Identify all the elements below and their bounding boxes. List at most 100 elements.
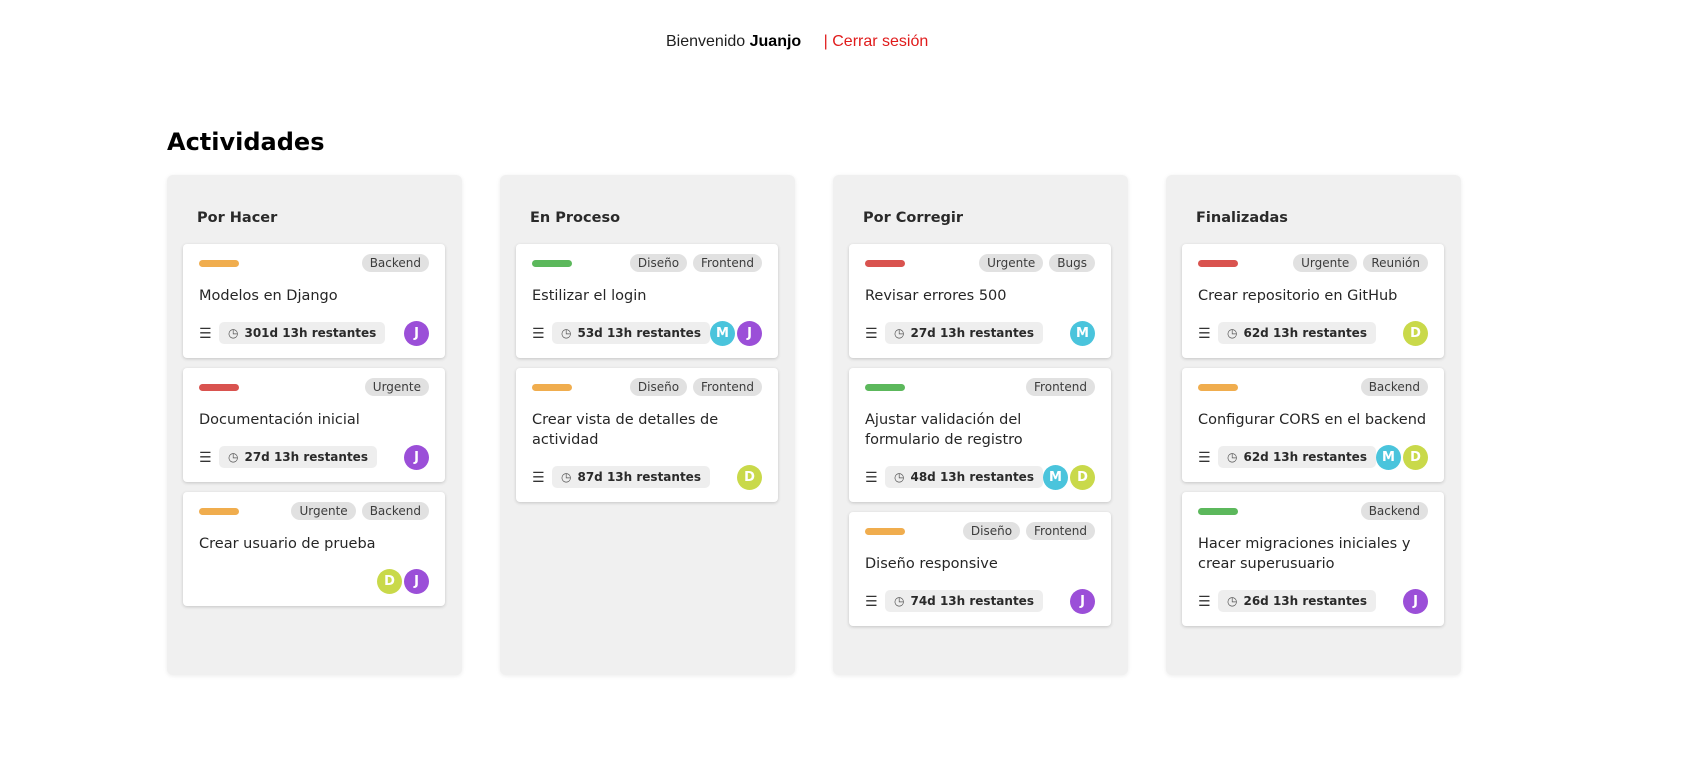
tag-badge: Frontend	[693, 254, 762, 272]
time-remaining-text: 48d 13h restantes	[910, 470, 1034, 484]
tag-badge: Backend	[1360, 378, 1428, 396]
time-remaining-text: 87d 13h restantes	[577, 470, 701, 484]
assignee-list: J	[1403, 588, 1428, 614]
card-title: Crear vista de detalles de actividad	[532, 412, 719, 448]
time-remaining-badge: ◷ 62d 13h restantes	[1218, 446, 1376, 468]
assignee-list: D	[1403, 320, 1428, 346]
card-header: Urgente Reunión	[1198, 254, 1428, 272]
description-icon: ☰	[199, 324, 212, 341]
card-title: Diseño responsive	[865, 556, 998, 572]
priority-bar	[532, 383, 572, 391]
task-card[interactable]: Backend Hacer migraciones iniciales y cre…	[1182, 492, 1444, 626]
tag-list: Urgente Reunión	[1293, 254, 1428, 272]
card-footer: DJ	[199, 568, 429, 594]
time-remaining-text: 301d 13h restantes	[244, 326, 377, 340]
kanban-board: Por Hacer Backend Modelos en Django ☰ ◷ 301d …	[167, 175, 1461, 675]
avatar[interactable]: J	[1070, 588, 1095, 614]
assignee-list: D	[737, 464, 762, 490]
card-footer: ☰ ◷ 48d 13h restantes M D	[865, 464, 1095, 490]
task-card[interactable]: Backend Configurar CORS en el backend ☰ ◷ 62…	[1182, 368, 1444, 482]
time-remaining-text: 53d 13h restantes	[577, 326, 701, 340]
clock-icon: ◷	[561, 470, 572, 484]
avatar[interactable]: D	[737, 464, 762, 490]
logout-link[interactable]: | Cerrar sesión	[824, 33, 929, 50]
tag-list: Diseño Frontend	[629, 254, 762, 272]
tag-list: Urgente Bugs	[979, 254, 1095, 272]
avatar[interactable]: D	[1070, 464, 1095, 490]
card-list: Urgente Bugs Revisar errores 500 ☰ ◷ 27d 13h …	[849, 244, 1112, 626]
card-title: Documentación inicial	[199, 412, 360, 428]
time-remaining-text: 62d 13h restantes	[1243, 450, 1367, 464]
card-footer: ☰ ◷ 74d 13h restantes J	[865, 588, 1095, 614]
avatar[interactable]: M	[710, 320, 735, 346]
welcome-area: Bienvenido Juanjo | Cerrar sesión	[666, 33, 928, 51]
page-title: Actividades	[167, 128, 325, 156]
avatar[interactable]: D	[1403, 320, 1428, 346]
card-title: Configurar CORS en el backend	[1198, 412, 1427, 428]
description-icon: ☰	[1198, 592, 1211, 609]
column-title: En Proceso	[530, 210, 621, 226]
card-header: Backend	[1198, 378, 1428, 396]
priority-bar	[199, 383, 239, 391]
card-list: Backend Modelos en Django ☰ ◷ 301d 13h resta…	[183, 244, 446, 606]
column-title: Por Hacer	[197, 210, 278, 226]
task-card[interactable]: Urgente Documentación inicial ☰ ◷ 27d 13h re…	[183, 368, 445, 482]
tag-list: Urgente	[364, 378, 429, 396]
task-card[interactable]: Backend Modelos en Django ☰ ◷ 301d 13h resta…	[183, 244, 445, 358]
avatar[interactable]: M	[1376, 444, 1401, 470]
time-remaining-badge: ◷ 301d 13h restantes	[219, 322, 386, 344]
card-footer: ☰ ◷ 27d 13h restantes J	[199, 444, 429, 470]
kanban-column: En Proceso Diseño Frontend Estilizar el log…	[500, 175, 795, 675]
priority-bar	[199, 259, 239, 267]
time-remaining-badge: ◷ 48d 13h restantes	[885, 466, 1043, 488]
avatar[interactable]: M	[1043, 464, 1068, 490]
card-header: Urgente Bugs	[865, 254, 1095, 272]
avatar[interactable]: J	[1403, 588, 1428, 614]
avatar[interactable]: D	[1403, 444, 1428, 470]
description-icon: ☰	[865, 468, 878, 485]
task-card[interactable]: Frontend Ajustar validación del formulari…	[849, 368, 1111, 502]
tag-list: Backend	[1360, 502, 1428, 520]
card-title: Crear repositorio en GitHub	[1198, 288, 1398, 304]
task-card[interactable]: Diseño Frontend Diseño responsive ☰ ◷ 74d 13h…	[849, 512, 1111, 626]
kanban-column: Por Corregir Urgente Bugs Revisar errores 5…	[833, 175, 1128, 675]
priority-bar	[865, 383, 905, 391]
card-footer: ☰ ◷ 62d 13h restantes M D	[1198, 444, 1428, 470]
card-title: Crear usuario de prueba	[199, 536, 376, 552]
tag-badge: Diseño	[962, 522, 1021, 540]
tag-badge: Diseño	[629, 378, 688, 396]
card-list: Diseño Frontend Estilizar el login ☰ ◷ 53d 13…	[516, 244, 779, 502]
assignee-list: DJ	[377, 568, 429, 594]
priority-bar	[865, 259, 905, 267]
avatar[interactable]: J	[737, 320, 762, 346]
description-icon: ☰	[532, 324, 545, 341]
clock-icon: ◷	[894, 470, 905, 484]
task-card[interactable]: Diseño Frontend Estilizar el login ☰ ◷ 53d 13…	[516, 244, 778, 358]
column-title: Finalizadas	[1196, 210, 1288, 226]
card-title: Hacer migraciones iniciales y crear supe…	[1198, 536, 1411, 572]
task-card[interactable]: Urgente Bugs Revisar errores 500 ☰ ◷ 27d 13h …	[849, 244, 1111, 358]
time-remaining-badge: ◷ 62d 13h restantes	[1218, 322, 1376, 344]
tag-badge: Urgente	[291, 502, 356, 520]
card-header: Diseño Frontend	[865, 522, 1095, 540]
avatar[interactable]: J	[404, 320, 429, 346]
avatar[interactable]: M	[1070, 320, 1095, 346]
user-name: Juanjo	[749, 33, 802, 50]
clock-icon: ◷	[228, 450, 239, 464]
card-header: Diseño Frontend	[532, 254, 762, 272]
avatar[interactable]: J	[404, 568, 429, 594]
description-icon: ☰	[532, 468, 545, 485]
tag-badge: Urgente	[979, 254, 1044, 272]
kanban-column: Finalizadas Urgente Reunión Crear repositor…	[1166, 175, 1461, 675]
card-header: Urgente	[199, 378, 429, 396]
avatar[interactable]: J	[404, 444, 429, 470]
task-card[interactable]: Urgente Backend Crear usuario de prueba D J	[183, 492, 445, 606]
card-footer: ☰ ◷ 26d 13h restantes J	[1198, 588, 1428, 614]
tag-badge: Urgente	[1293, 254, 1358, 272]
task-card[interactable]: Diseño Frontend Crear vista de detalles de…	[516, 368, 778, 502]
task-card[interactable]: Urgente Reunión Crear repositorio en GitHu…	[1182, 244, 1444, 358]
tag-badge: Diseño	[629, 254, 688, 272]
avatar[interactable]: D	[377, 568, 402, 594]
time-remaining-badge: ◷ 87d 13h restantes	[552, 466, 710, 488]
description-icon: ☰	[1198, 448, 1211, 465]
